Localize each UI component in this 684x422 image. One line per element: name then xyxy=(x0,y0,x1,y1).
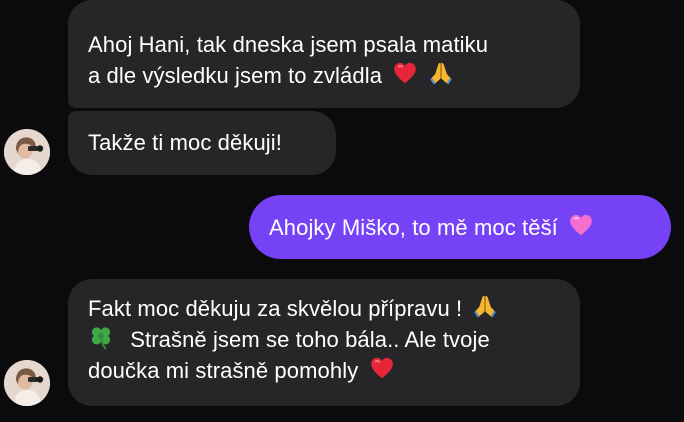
message-text-line: Fakt moc děkuju za skvělou přípravu ! xyxy=(88,296,463,321)
praying-hands-emoji xyxy=(428,60,454,86)
message-text-line: Ahoj Hani, tak dneska jsem psala matiku xyxy=(88,32,489,57)
four-leaf-clover-emoji xyxy=(88,324,114,350)
message-text-line: Takže ti moc děkuji! xyxy=(88,130,282,155)
message-text-line: Strašně jsem se toho bála.. Ale tvoje xyxy=(130,327,490,352)
heart-emoji xyxy=(369,355,395,381)
praying-hands-emoji xyxy=(472,293,498,319)
message-text-line: doučka mi strašně pomohly xyxy=(88,358,359,383)
message-bubble-incoming[interactable]: Fakt moc děkuju za skvělou přípravu ! St… xyxy=(68,279,580,406)
message-bubble-incoming[interactable]: Ahoj Hani, tak dneska jsem psala matiku … xyxy=(68,0,580,108)
message-bubble-outgoing[interactable]: Ahojky Miško, to mě moc těší xyxy=(249,195,671,259)
message-text-line: Ahojky Miško, to mě moc těší xyxy=(269,215,558,240)
avatar-photo xyxy=(4,129,50,175)
pink-heart-emoji xyxy=(568,212,594,238)
message-text-line: a dle výsledku jsem to zvládla xyxy=(88,63,383,88)
sender-avatar[interactable] xyxy=(4,129,50,175)
avatar-photo xyxy=(4,360,50,406)
sender-avatar[interactable] xyxy=(4,360,50,406)
message-bubble-incoming[interactable]: Takže ti moc děkuji! xyxy=(68,111,336,175)
heart-emoji xyxy=(392,60,418,86)
